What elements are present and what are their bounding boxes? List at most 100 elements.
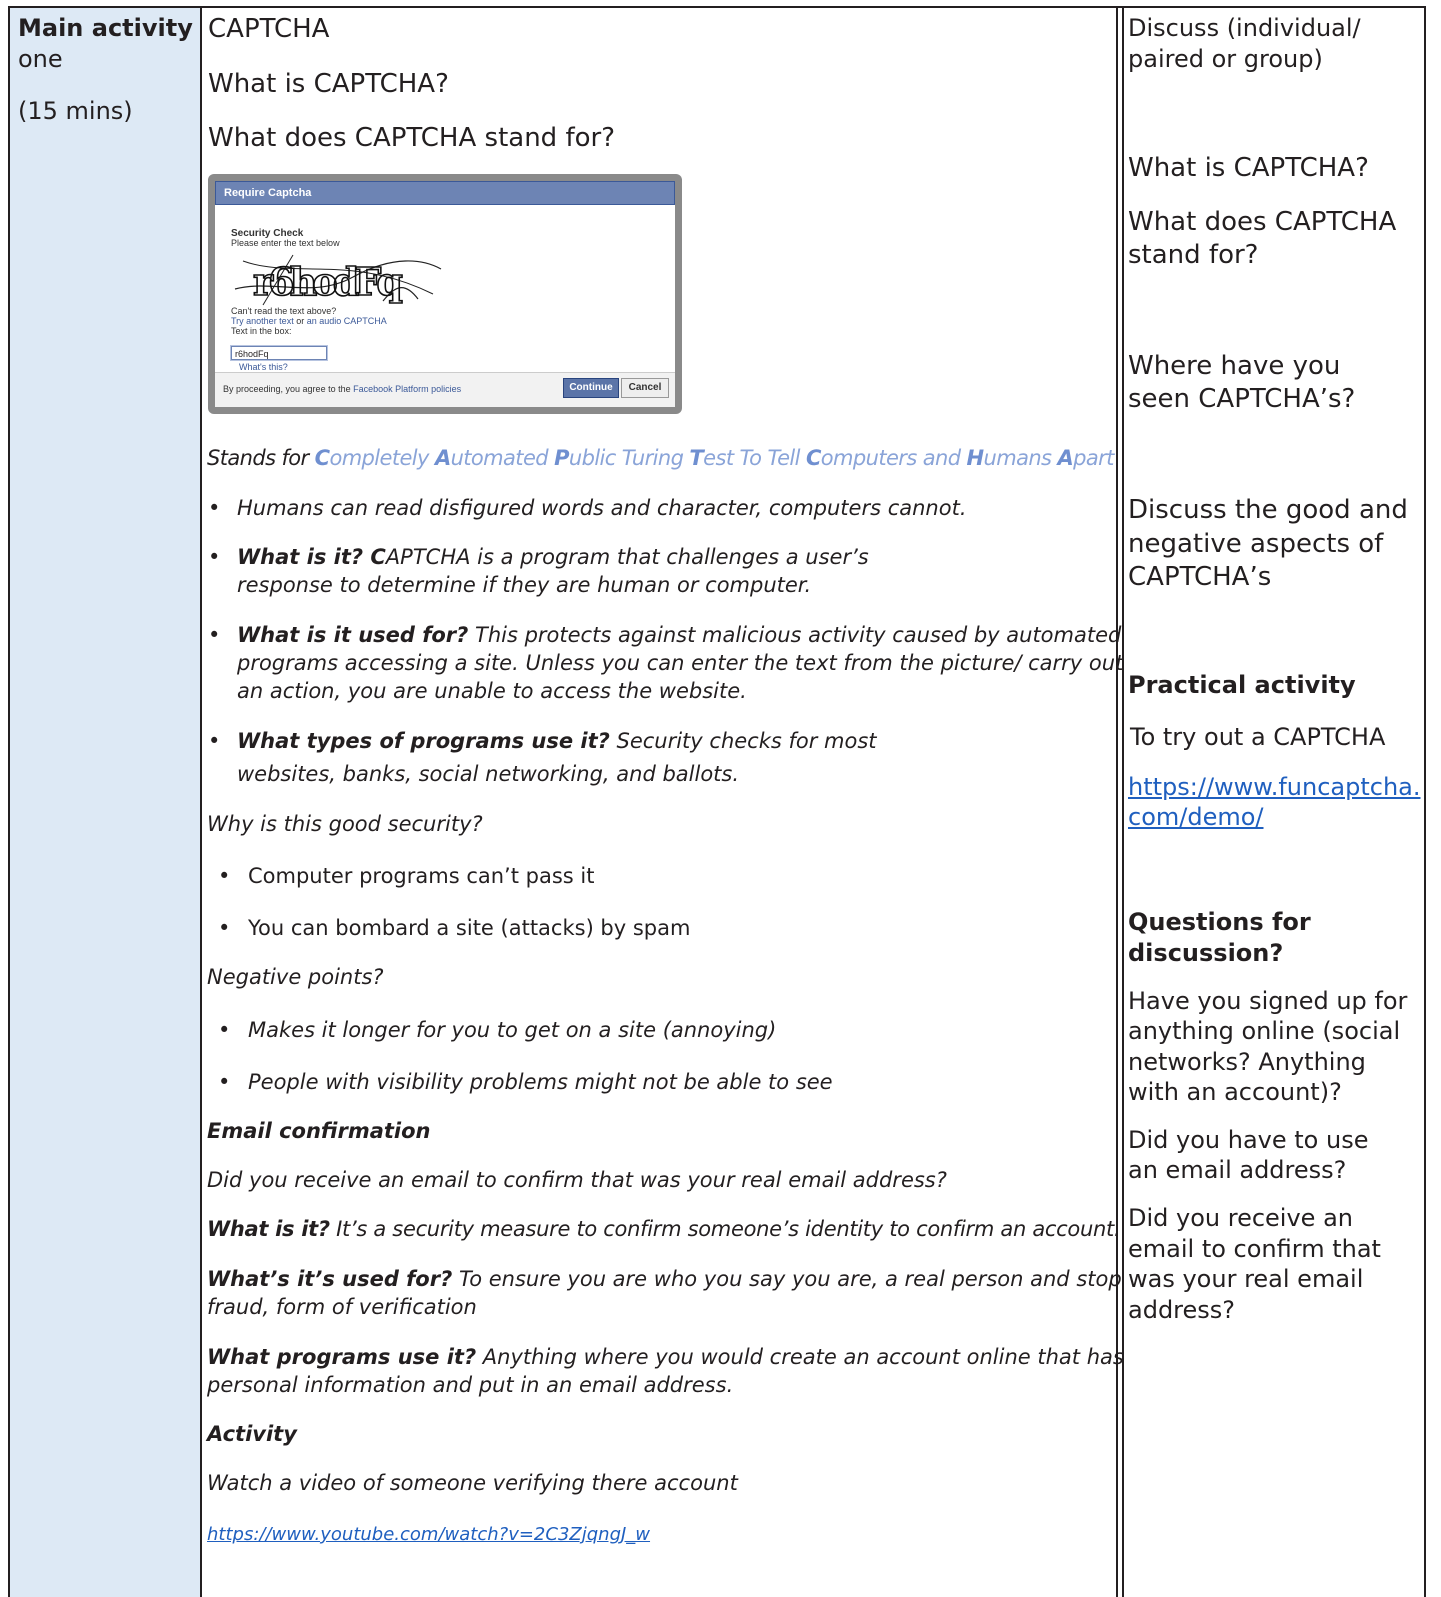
divider-left (200, 8, 202, 1597)
acronym-letter: A (434, 446, 451, 470)
bullet-what-is-it-label: What is it? C (237, 545, 386, 569)
email-programs-line1: What programs use it? Anything where you… (207, 1343, 1124, 1371)
email-what-is-it-label: What is it? (207, 1217, 330, 1241)
activity-sub: one (18, 45, 63, 73)
bullet-dot: • (208, 729, 221, 753)
captcha-please-enter: Please enter the text below (231, 238, 340, 248)
email-used-for-line1: What’s it’s used for? To ensure you are … (207, 1265, 1122, 1293)
bullet-dot: • (218, 916, 231, 940)
main-question-1: What is CAPTCHA? (208, 69, 449, 99)
activity-title: Main activity (18, 14, 193, 42)
captcha-screenshot: Require Captcha Security Check Please en… (208, 174, 682, 414)
captcha-policies-link[interactable]: Facebook Platform policies (353, 384, 461, 394)
acronym-word: utomated (450, 446, 555, 470)
discussion-3-line3: was your real email (1128, 1265, 1364, 1293)
email-programs-line2: personal information and put in an email… (207, 1373, 734, 1397)
acronym-word: omputers and (820, 446, 967, 470)
acronym-letter: H (966, 446, 985, 470)
acronym-word: umans (983, 446, 1058, 470)
activity-video-link[interactable]: https://www.youtube.com/watch?v=2C3Zjqng… (207, 1522, 650, 1548)
email-used-for-label: What’s it’s used for? (207, 1267, 453, 1291)
activity-duration: (15 mins) (18, 97, 133, 125)
practical-heading: Practical activity (1128, 671, 1356, 699)
email-programs-label: What programs use it? (207, 1345, 477, 1369)
right-question-1: What is CAPTCHA? (1128, 153, 1369, 183)
bullet-program-types-line1: What types of programs use it? Security … (237, 727, 877, 755)
bullet-program-types-label: What types of programs use it? (237, 729, 610, 753)
discussion-1-line4: with an account)? (1128, 1078, 1342, 1106)
discussion-2-line1: Did you have to use (1128, 1126, 1369, 1154)
bullet-used-for-label: What is it used for? (237, 623, 469, 647)
captcha-text-in-box: Text in the box: (231, 326, 292, 336)
funcaptcha-link-line2[interactable]: com/demo/ (1128, 802, 1264, 832)
discussion-1-line3: networks? Anything (1128, 1048, 1366, 1076)
acronym-letter: A (1057, 446, 1074, 470)
funcaptcha-link-line1[interactable]: https://www.funcaptcha. (1128, 772, 1421, 802)
bullet-program-types-line2: websites, banks, social networking, and … (237, 762, 740, 786)
acronym-letter: C (314, 446, 330, 470)
email-heading: Email confirmation (207, 1119, 431, 1143)
email-used-for-line2: fraud, form of verification (207, 1295, 477, 1319)
left-column (10, 8, 200, 1597)
good-point: Computer programs can’t pass it (248, 864, 595, 888)
bullet-dot: • (218, 1018, 231, 1042)
negative-heading: Negative points? (207, 965, 384, 989)
email-used-for-text: To ensure you are who you say you are, a… (452, 1267, 1122, 1291)
discussion-1-line2: anything online (social (1128, 1017, 1401, 1045)
stands-for-lead: Stands for (207, 446, 315, 470)
bullet-what-is-it-text: APTCHA is a program that challenges a us… (385, 545, 869, 569)
captcha-input[interactable]: r6hodFq (231, 346, 327, 360)
captcha-audio-link[interactable]: an audio CAPTCHA (307, 316, 387, 326)
good-point: You can bombard a site (attacks) by spam (248, 916, 691, 940)
captcha-distorted-text: r6hodFq (253, 259, 403, 304)
captcha-window-title: Require Captcha (215, 181, 675, 205)
captcha-try-another-link[interactable]: Try another text (231, 316, 294, 326)
bullet-humans: Humans can read disfigured words and cha… (237, 496, 967, 520)
acronym-word: ublic Turing (568, 446, 690, 470)
right-question-2-line2: stand for? (1128, 240, 1259, 270)
acronym-word: ompletely (329, 446, 435, 470)
why-good-heading: Why is this good security? (207, 812, 483, 836)
bullet-dot: • (218, 864, 231, 888)
captcha-proceeding-text: By proceeding, you agree to the (223, 384, 351, 394)
email-what-is-it-text: It’s a security measure to confirm someo… (329, 1217, 1121, 1241)
bullet-used-for-line3: an action, you are unable to access the … (237, 679, 747, 703)
captcha-or: or (296, 316, 305, 326)
captcha-continue-button[interactable]: Continue (563, 378, 619, 398)
bullet-what-is-it-line1: What is it? CAPTCHA is a program that ch… (237, 543, 869, 571)
bullet-dot: • (208, 545, 221, 569)
bullet-used-for-line1: What is it used for? This protects again… (237, 621, 1121, 649)
activity-text: Watch a video of someone verifying there… (207, 1471, 738, 1495)
acronym-word: part (1073, 446, 1114, 470)
acronym-word: est To Tell (703, 446, 806, 470)
bullet-used-for-text: This protects against malicious activity… (468, 623, 1122, 647)
captcha-window: Require Captcha Security Check Please en… (215, 181, 675, 407)
email-programs-text: Anything where you would create an accou… (476, 1345, 1124, 1369)
acronym-letter: T (689, 446, 704, 470)
bullet-dot: • (208, 623, 221, 647)
right-question-4-line2: negative aspects of (1128, 529, 1384, 559)
discussion-3-line2: email to confirm that (1128, 1235, 1381, 1263)
right-question-3-line1: Where have you (1128, 351, 1341, 381)
right-question-4-line3: CAPTCHA’s (1128, 562, 1272, 592)
bullet-program-types-text: Security checks for most (609, 729, 877, 753)
right-question-2-line1: What does CAPTCHA (1128, 207, 1397, 237)
bullet-dot: • (208, 496, 221, 520)
discussion-2-line2: an email address? (1128, 1156, 1347, 1184)
stands-for-line: Stands for Completely Automated Public T… (207, 444, 1114, 472)
questions-heading-line1: Questions for (1128, 908, 1311, 936)
main-heading: CAPTCHA (208, 14, 330, 44)
main-question-2: What does CAPTCHA stand for? (208, 123, 615, 153)
right-discuss-line2: paired or group) (1128, 45, 1323, 73)
bullet-dot: • (218, 1070, 231, 1094)
practical-try-out: To try out a CAPTCHA (1130, 723, 1386, 751)
discussion-3-line1: Did you receive an (1128, 1204, 1353, 1232)
captcha-cancel-button[interactable]: Cancel (621, 378, 669, 398)
acronym-letter: C (805, 446, 821, 470)
negative-point: Makes it longer for you to get on a site… (248, 1018, 777, 1042)
email-question: Did you receive an email to confirm that… (207, 1168, 947, 1192)
discussion-1-line1: Have you signed up for (1128, 987, 1408, 1015)
right-discuss-line1: Discuss (individual/ (1128, 14, 1361, 42)
captcha-image: r6hodFq (234, 254, 442, 306)
bullet-used-for-line2: programs accessing a site. Unless you ca… (237, 651, 1124, 675)
